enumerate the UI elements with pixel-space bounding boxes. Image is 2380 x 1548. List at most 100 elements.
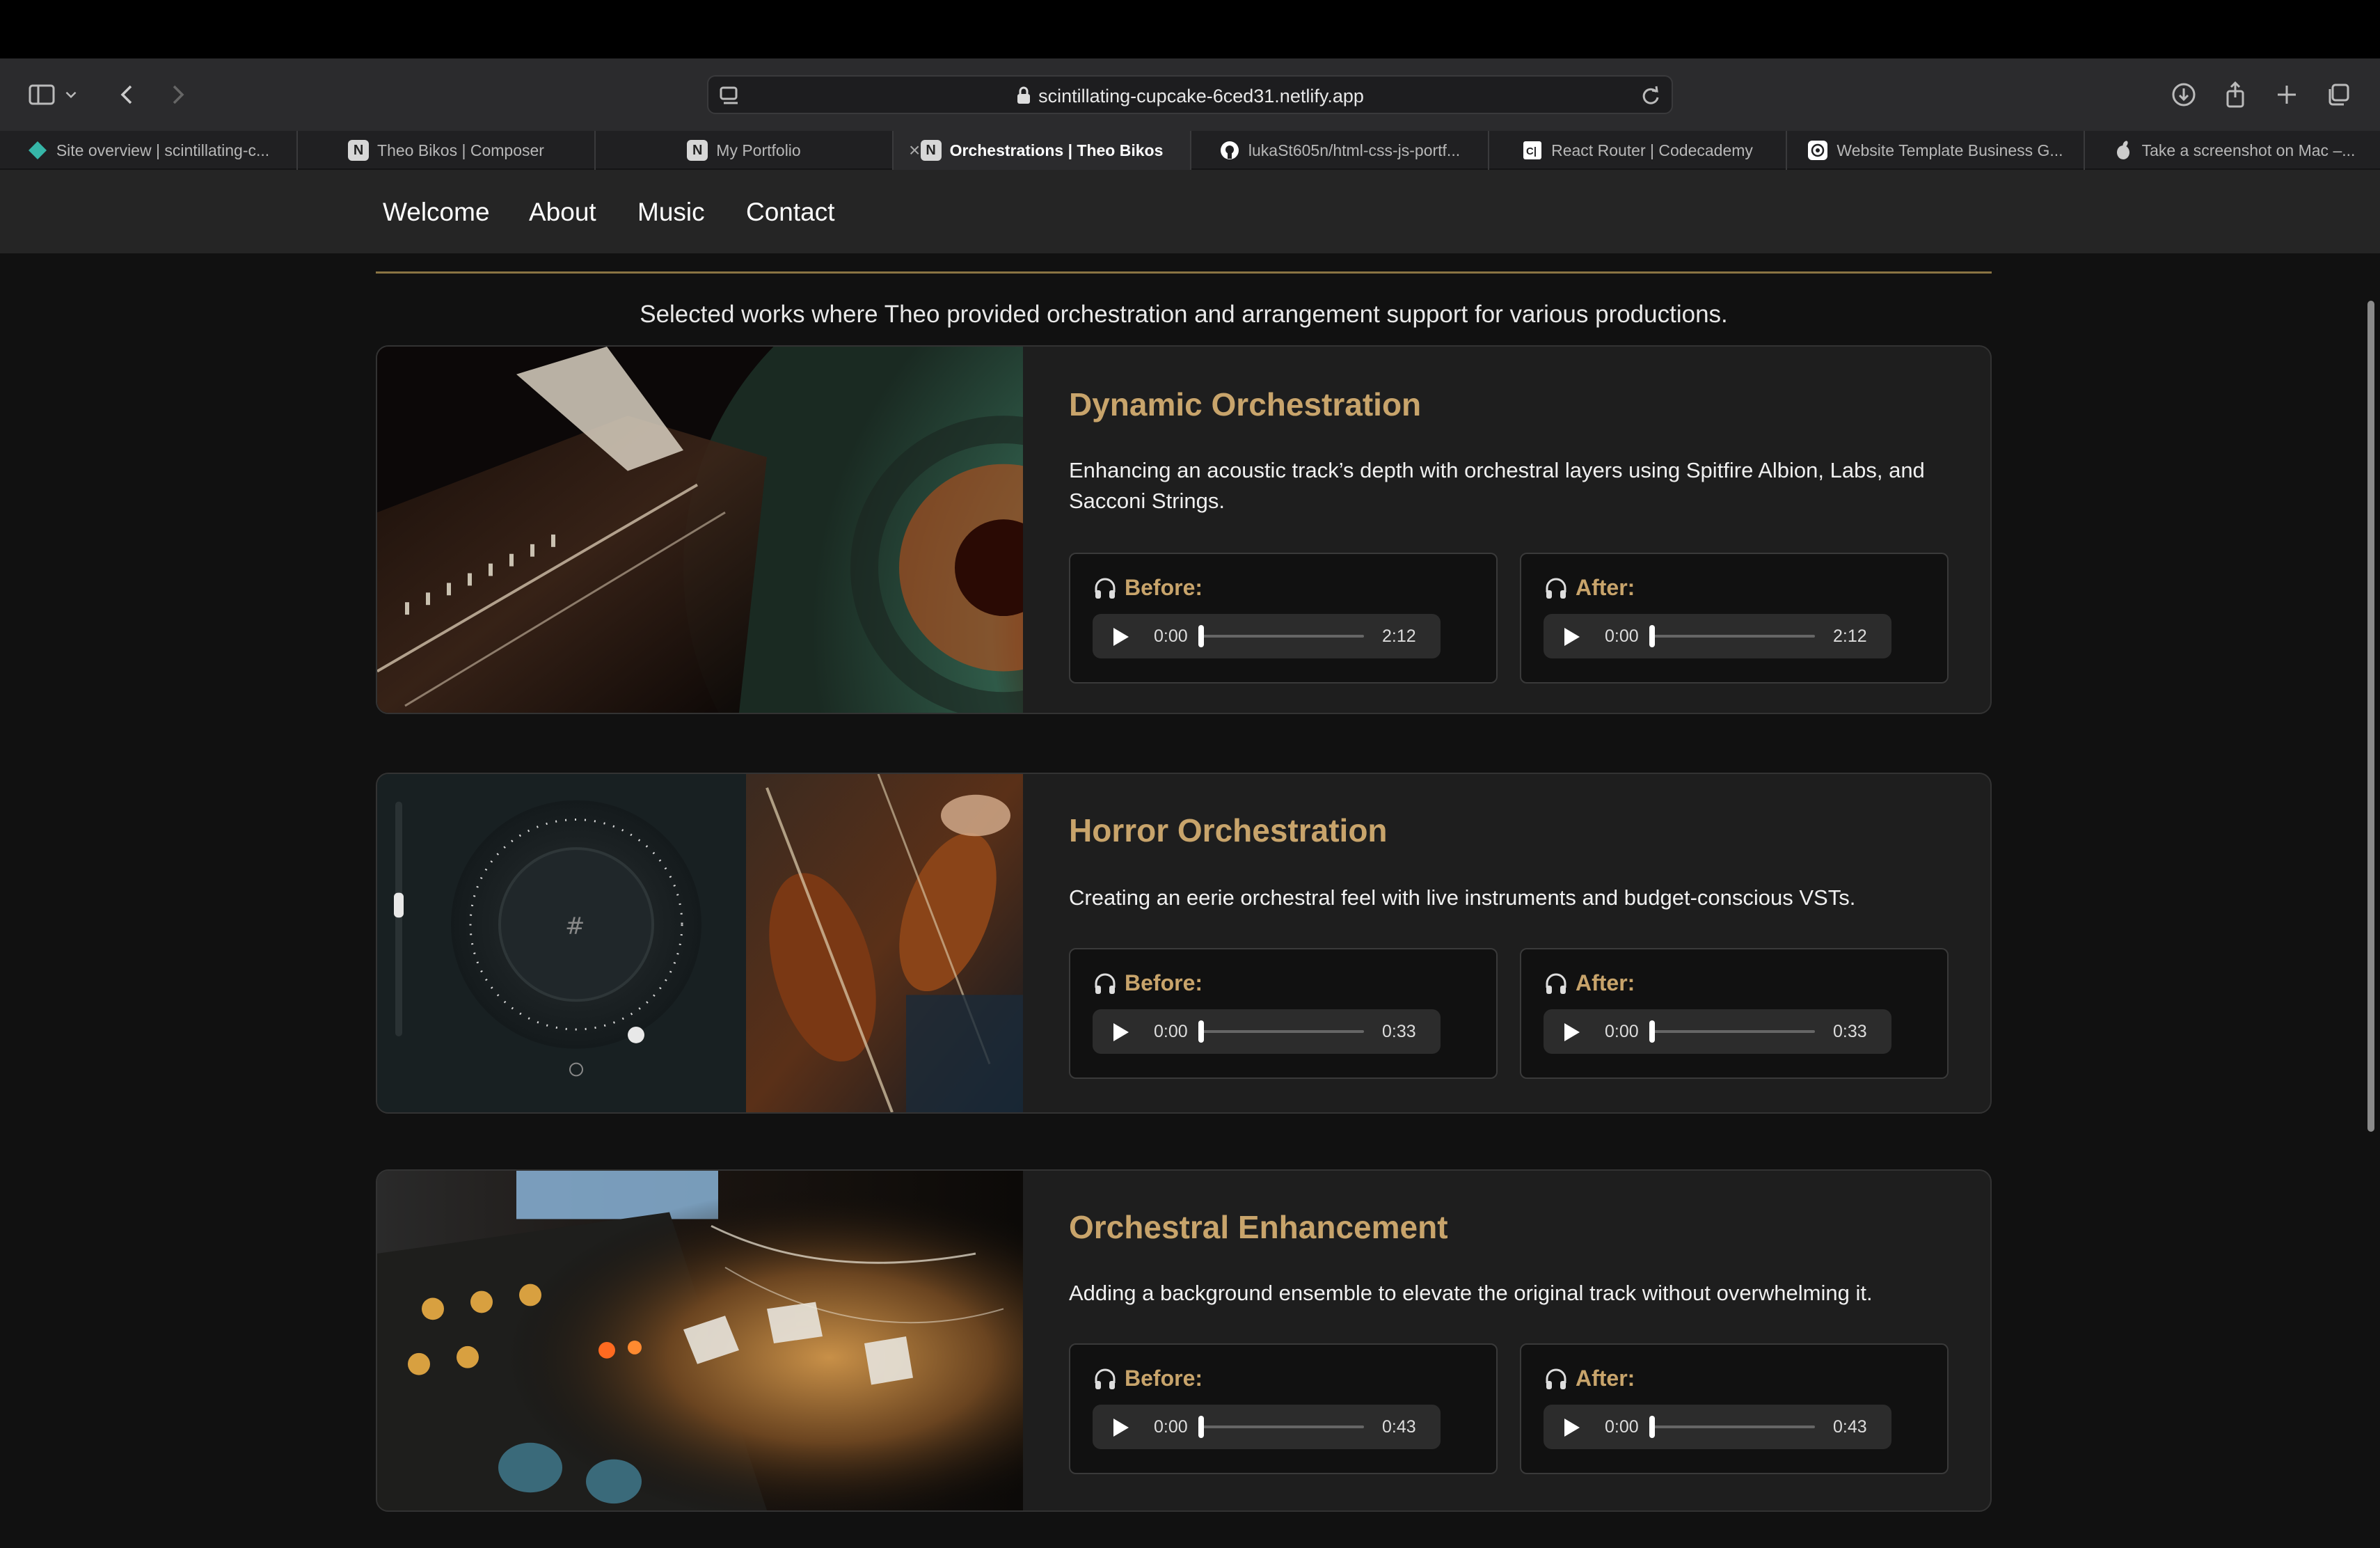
headphones-icon	[1546, 578, 1566, 599]
headphones-icon	[1546, 1368, 1566, 1389]
seek-handle[interactable]	[1198, 1020, 1204, 1043]
play-icon[interactable]	[1564, 1419, 1580, 1437]
duration: 2:12	[1833, 626, 1867, 646]
new-tab-icon[interactable]	[2264, 72, 2309, 117]
current-time: 0:00	[1605, 1022, 1639, 1041]
forward-arrow-icon[interactable]	[154, 72, 199, 117]
clip-label-text: After:	[1576, 575, 1635, 600]
share-icon[interactable]	[2213, 72, 2258, 117]
audio-player[interactable]: 0:00 2:12	[1093, 614, 1441, 658]
tab-website-template[interactable]: Website Template Business G...	[1787, 131, 2085, 170]
after-label: After:	[1544, 575, 1635, 601]
url-display: scintillating-cupcake-6ced31.netlify.app	[708, 86, 1672, 107]
tab-strip: Site overview | scintillating-c... N The…	[0, 131, 2380, 170]
tab-orchestrations[interactable]: × N Orchestrations | Theo Bikos	[894, 131, 1191, 170]
audio-player[interactable]: 0:00 2:12	[1544, 614, 1891, 658]
audio-player[interactable]: 0:00 0:33	[1093, 1009, 1441, 1054]
tab-title: Take a screenshot on Mac –...	[2141, 141, 2356, 159]
seek-bar[interactable]	[1200, 1030, 1364, 1033]
tab-apple-support[interactable]: Take a screenshot on Mac –...	[2085, 131, 2380, 170]
headphones-icon	[1095, 1368, 1116, 1389]
after-clip: After: 0:00 0:33	[1520, 948, 1949, 1079]
section-intro: Selected works where Theo provided orche…	[640, 301, 1728, 328]
audio-player[interactable]: 0:00 0:33	[1544, 1009, 1891, 1054]
chevron-down-icon[interactable]	[58, 72, 84, 117]
after-clip: After: 0:00 0:43	[1520, 1343, 1949, 1474]
current-time: 0:00	[1154, 1417, 1188, 1437]
reload-icon[interactable]	[1637, 82, 1665, 110]
tab-site-overview[interactable]: Site overview | scintillating-c...	[0, 131, 298, 170]
project-card-horror-orchestration: # Horror Orchestration Creating an eerie…	[376, 773, 1992, 1114]
sidebar-toggle-icon[interactable]	[19, 72, 64, 117]
github-icon	[1219, 140, 1240, 161]
close-tab-icon[interactable]: ×	[909, 139, 920, 161]
tab-overview-icon[interactable]	[2316, 72, 2361, 117]
tab-theo-bikos-composer[interactable]: N Theo Bikos | Composer	[298, 131, 596, 170]
seek-handle[interactable]	[1649, 625, 1655, 647]
clip-label-text: After:	[1576, 970, 1635, 995]
tab-title: Website Template Business G...	[1836, 141, 2063, 159]
after-label: After:	[1544, 970, 1635, 996]
play-icon[interactable]	[1113, 1023, 1129, 1041]
after-clip: After: 0:00 2:12	[1520, 553, 1949, 684]
play-icon[interactable]	[1113, 628, 1129, 646]
notion-icon: N	[348, 140, 370, 161]
svg-text:#: #	[565, 913, 585, 940]
audio-player[interactable]: 0:00 0:43	[1093, 1405, 1441, 1449]
mixer-orchestra-image	[377, 1171, 1023, 1510]
seek-handle[interactable]	[1649, 1416, 1655, 1438]
play-icon[interactable]	[1564, 1023, 1580, 1041]
back-arrow-icon[interactable]	[106, 72, 150, 117]
tab-title: Site overview | scintillating-c...	[56, 141, 270, 159]
openai-icon	[1807, 140, 1828, 161]
current-time: 0:00	[1154, 626, 1188, 646]
audio-player[interactable]: 0:00 0:43	[1544, 1405, 1891, 1449]
project-title: Dynamic Orchestration	[1069, 386, 1422, 422]
seek-bar[interactable]	[1651, 1030, 1815, 1033]
clip-label-text: After:	[1576, 1366, 1635, 1391]
seek-handle[interactable]	[1649, 1020, 1655, 1043]
web-page: Welcome About Music Contact Selected wor…	[0, 170, 2380, 1548]
download-icon[interactable]	[2161, 72, 2206, 117]
headphones-icon	[1095, 578, 1116, 599]
project-description: Creating an eerie orchestral feel with l…	[1069, 885, 1856, 910]
project-card-orchestral-enhancement: Orchestral Enhancement Adding a backgrou…	[376, 1169, 1992, 1512]
before-clip: Before: 0:00 2:12	[1069, 553, 1498, 684]
nav-contact[interactable]: Contact	[746, 198, 835, 227]
duration: 0:43	[1833, 1417, 1867, 1437]
project-description: Adding a background ensemble to elevate …	[1069, 1281, 1873, 1305]
nav-welcome[interactable]: Welcome	[383, 198, 490, 227]
tab-title: Orchestrations | Theo Bikos	[949, 141, 1164, 159]
seek-bar[interactable]	[1200, 1425, 1364, 1428]
clip-label-text: Before:	[1125, 970, 1203, 995]
nav-music[interactable]: Music	[637, 198, 705, 227]
duration: 0:33	[1382, 1022, 1416, 1041]
seek-bar[interactable]	[1651, 1425, 1815, 1428]
before-clip: Before: 0:00 0:43	[1069, 1343, 1498, 1474]
clip-label-text: Before:	[1125, 575, 1203, 600]
browser-toolbar: scintillating-cupcake-6ced31.netlify.app	[0, 58, 2380, 131]
play-icon[interactable]	[1113, 1419, 1129, 1437]
tab-codecademy[interactable]: C| React Router | Codecademy	[1489, 131, 1787, 170]
seek-bar[interactable]	[1200, 635, 1364, 638]
after-label: After:	[1544, 1366, 1635, 1391]
project-description: Enhancing an acoustic track’s depth with…	[1069, 458, 1925, 513]
notion-icon: N	[687, 140, 708, 161]
duration: 0:43	[1382, 1417, 1416, 1437]
nav-about[interactable]: About	[529, 198, 596, 227]
notion-icon: N	[920, 140, 942, 161]
svg-text:C|: C|	[1526, 145, 1537, 157]
page-scrollbar[interactable]	[2367, 301, 2374, 1132]
play-icon[interactable]	[1564, 628, 1580, 646]
current-time: 0:00	[1605, 1417, 1639, 1437]
seek-handle[interactable]	[1198, 1416, 1204, 1438]
tab-github[interactable]: lukaSt605n/html-css-js-portf...	[1191, 131, 1489, 170]
seek-handle[interactable]	[1198, 625, 1204, 647]
before-clip: Before: 0:00 0:33	[1069, 948, 1498, 1079]
seek-bar[interactable]	[1651, 635, 1815, 638]
piano-eye-image	[377, 347, 1023, 713]
headphones-icon	[1095, 973, 1116, 994]
tab-my-portfolio[interactable]: N My Portfolio	[596, 131, 894, 170]
before-label: Before:	[1093, 575, 1203, 601]
address-bar[interactable]: scintillating-cupcake-6ced31.netlify.app	[707, 75, 1673, 114]
